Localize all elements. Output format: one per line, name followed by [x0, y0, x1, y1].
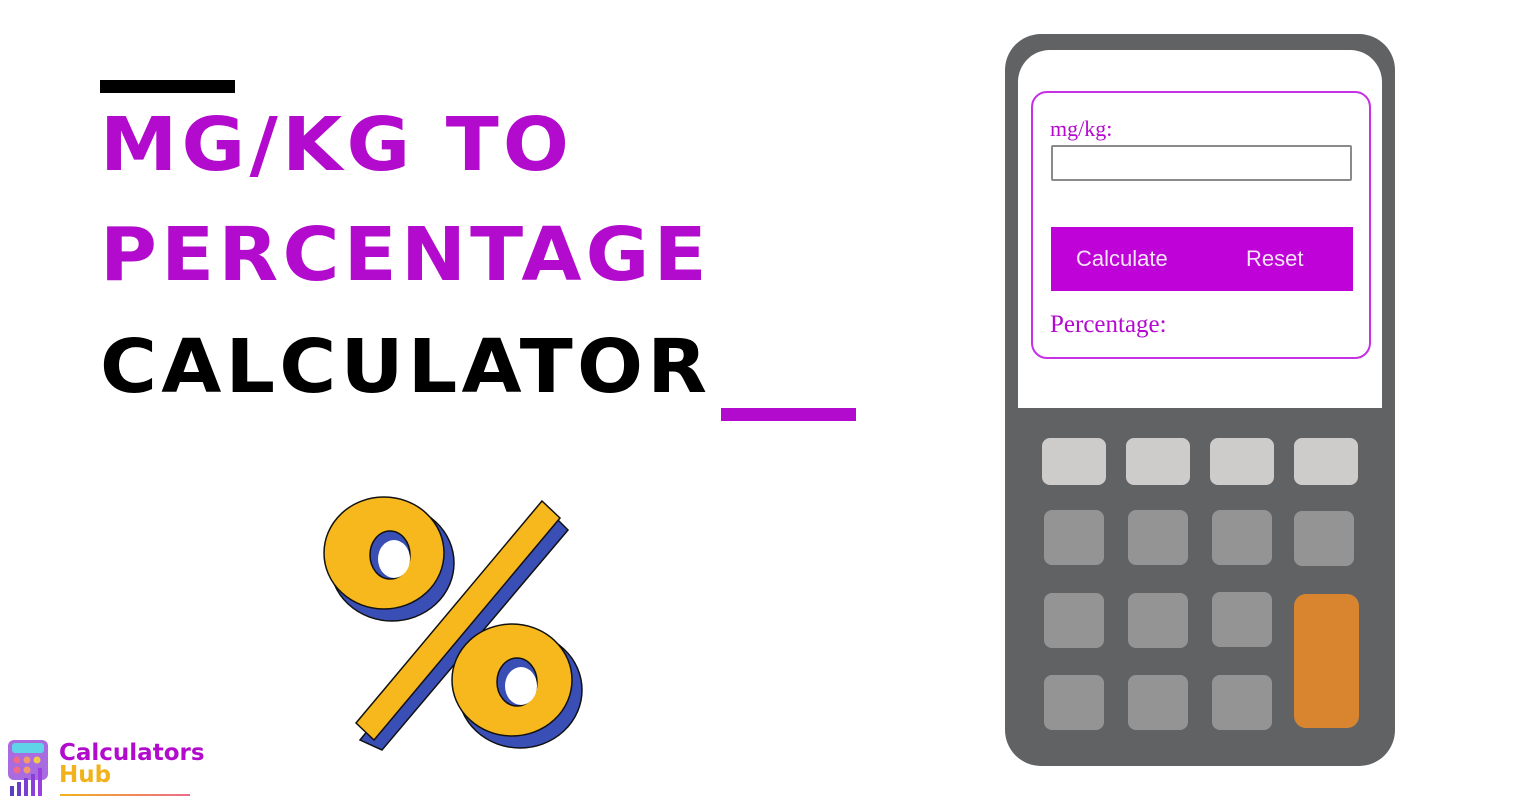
calculator-key: [1042, 438, 1106, 485]
calculator-key: [1212, 592, 1272, 647]
calculator-key: [1128, 593, 1188, 648]
headline-line-2: PERCENTAGE: [100, 212, 711, 298]
calculator-equals-key: [1294, 594, 1359, 728]
calculator-key: [1212, 675, 1272, 730]
calculator-key: [1294, 511, 1354, 566]
decorative-bottom-bar: [721, 408, 856, 421]
mgkg-label: mg/kg:: [1050, 116, 1113, 141]
logo-underline: [60, 794, 190, 796]
calculator-key: [1212, 510, 1272, 565]
calculator-key: [1128, 510, 1188, 565]
calculator-key: [1128, 675, 1188, 730]
percentage-result-label: Percentage:: [1050, 311, 1167, 338]
calculator-key: [1126, 438, 1190, 485]
headline-line-3: CALCULATOR: [100, 324, 712, 410]
calculator-key: [1044, 593, 1104, 648]
calculators-hub-logo: Calculators Hub: [6, 738, 205, 800]
decorative-top-bar: [100, 80, 235, 93]
mgkg-input[interactable]: [1051, 145, 1352, 181]
calculate-button[interactable]: Calculate: [1076, 227, 1168, 291]
calculator-key: [1294, 438, 1358, 485]
calculator-key: [1044, 510, 1104, 565]
reset-button[interactable]: Reset: [1246, 227, 1303, 291]
calculator-bar-chart-icon: [8, 740, 48, 796]
logo-text-hub: Hub: [59, 762, 112, 788]
calculator-key: [1210, 438, 1274, 485]
headline-line-1: MG/KG TO: [100, 102, 574, 188]
percent-sign-icon: [323, 496, 583, 751]
calculator-key: [1044, 675, 1104, 730]
